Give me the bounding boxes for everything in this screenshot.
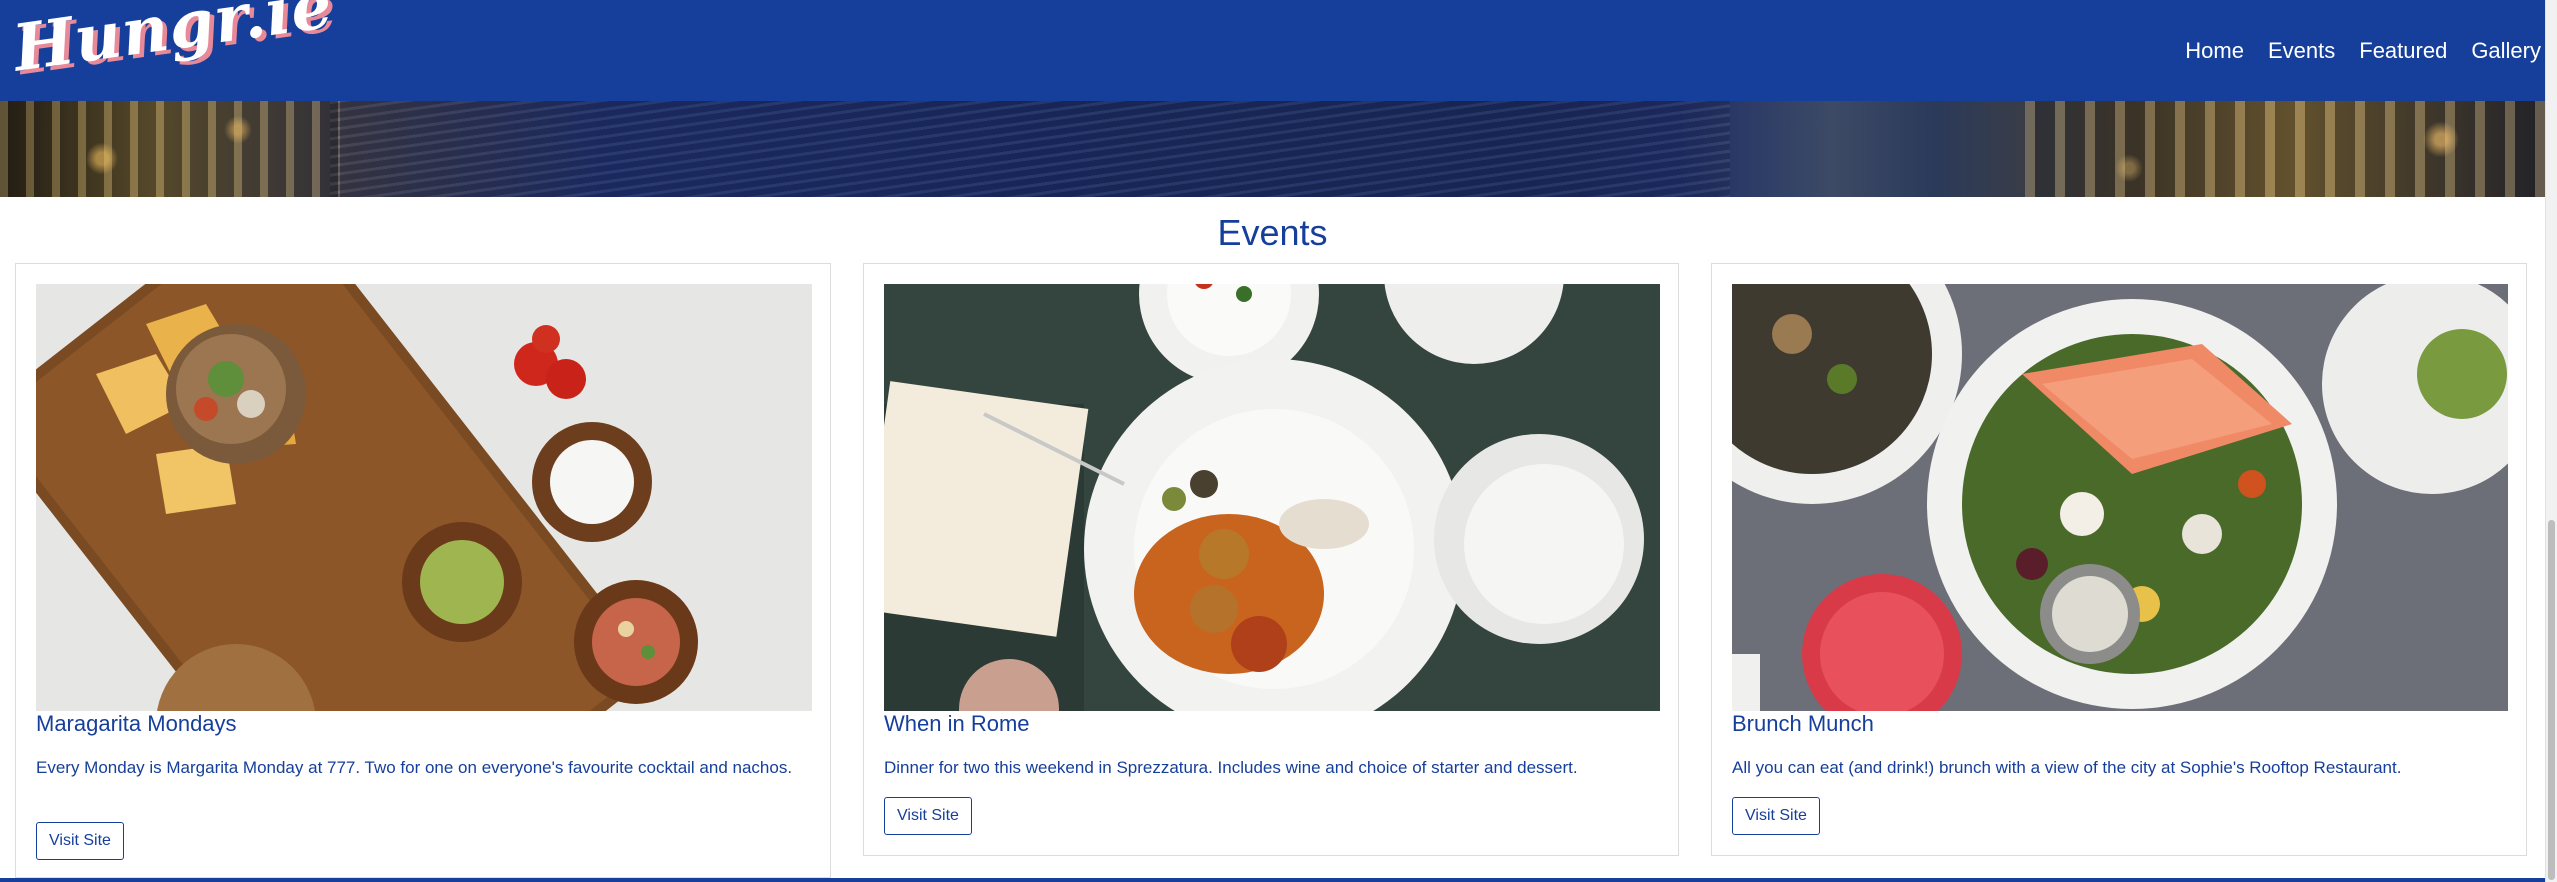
nav-link-home[interactable]: Home (2185, 38, 2244, 64)
hero-city-image (0, 101, 2545, 197)
page-scrollbar[interactable] (2545, 0, 2557, 882)
hero-city-lights-right (2025, 101, 2545, 197)
scrollbar-thumb[interactable] (2548, 520, 2555, 880)
hero-river (330, 101, 1730, 197)
salmon-salad-image (1732, 284, 2508, 711)
event-card: When in Rome Dinner for two this weekend… (863, 263, 1679, 856)
visit-site-button[interactable]: Visit Site (1732, 797, 1820, 835)
event-description: Dinner for two this weekend in Sprezzatu… (884, 758, 1578, 777)
event-card: Maragarita Mondays Every Monday is Marga… (15, 263, 831, 878)
page-bottom-border (0, 878, 2545, 882)
event-description: All you can eat (and drink!) brunch with… (1732, 758, 2402, 777)
visit-site-button[interactable]: Visit Site (884, 797, 972, 835)
nav-links: Home Events Featured Gallery (2161, 0, 2541, 101)
visit-site-button[interactable]: Visit Site (36, 822, 124, 860)
nav-link-events[interactable]: Events (2268, 38, 2335, 64)
navbar: Hungr.ie Home Events Featured Gallery (0, 0, 2545, 103)
nav-link-featured[interactable]: Featured (2359, 38, 2447, 64)
event-title: When in Rome (884, 711, 1030, 736)
site-logo[interactable]: Hungr.ie (8, 0, 338, 96)
italian-dinner-image (884, 284, 1660, 711)
event-title: Brunch Munch (1732, 711, 1874, 736)
nav-link-gallery[interactable]: Gallery (2471, 38, 2541, 64)
section-title: Events (1217, 212, 1328, 253)
event-card: Brunch Munch All you can eat (and drink!… (1711, 263, 2527, 856)
hero-city-lights-left (0, 101, 340, 197)
event-title: Maragarita Mondays (36, 711, 237, 736)
event-description: Every Monday is Margarita Monday at 777.… (36, 758, 793, 777)
nachos-board-image (36, 284, 812, 711)
